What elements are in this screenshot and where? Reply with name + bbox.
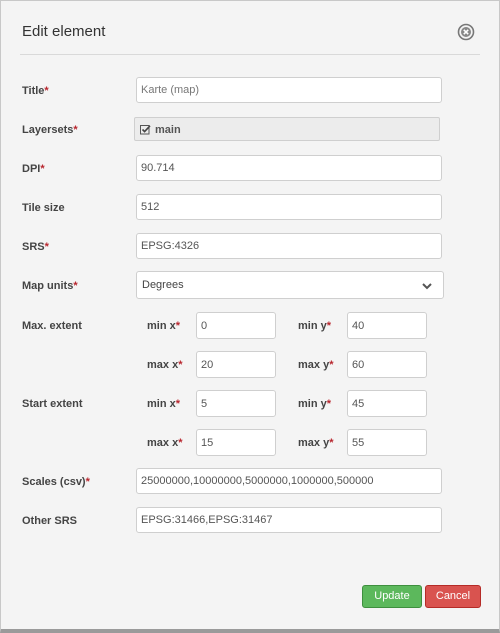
map-units-label: Map units*	[22, 280, 78, 292]
max-extent-max-x-label: max x*	[147, 359, 183, 371]
srs-input[interactable]	[136, 233, 442, 259]
map-units-select[interactable]: Degrees	[136, 271, 444, 299]
update-button[interactable]: Update	[362, 585, 422, 608]
layerset-option-main[interactable]: main	[155, 124, 181, 136]
start-extent-min-y-label: min y*	[298, 398, 332, 410]
layersets-label: Layersets*	[22, 124, 78, 136]
other-srs-input[interactable]	[136, 507, 442, 533]
start-extent-min-y-input[interactable]	[347, 390, 427, 417]
start-extent-min-x-label: min x*	[147, 398, 181, 410]
dpi-label: DPI*	[22, 163, 45, 175]
dpi-input[interactable]	[136, 155, 442, 181]
tile-size-input[interactable]	[136, 194, 442, 220]
title-input[interactable]	[136, 77, 442, 103]
chevron-down-icon	[422, 283, 432, 290]
dialog-title: Edit element	[22, 23, 106, 40]
scales-input[interactable]	[136, 468, 442, 494]
scales-label: Scales (csv)*	[22, 476, 90, 488]
max-extent-max-x-input[interactable]	[196, 351, 276, 378]
cancel-button[interactable]: Cancel	[425, 585, 481, 608]
max-extent-min-x-label: min x*	[147, 320, 181, 332]
title-label: Title*	[22, 85, 49, 97]
edit-element-dialog: Edit element Title* Layersets* main DPI*…	[0, 0, 500, 633]
close-icon[interactable]	[457, 23, 475, 41]
layersets-field: main	[134, 117, 440, 141]
tile-size-label: Tile size	[22, 202, 65, 214]
checkbox-checked-icon[interactable]	[140, 124, 151, 135]
max-extent-label: Max. extent	[22, 320, 82, 332]
header-divider	[20, 54, 480, 55]
max-extent-max-y-input[interactable]	[347, 351, 427, 378]
max-extent-min-x-input[interactable]	[196, 312, 276, 339]
start-extent-max-x-input[interactable]	[196, 429, 276, 456]
start-extent-max-y-input[interactable]	[347, 429, 427, 456]
max-extent-min-y-label: min y*	[298, 320, 332, 332]
max-extent-min-y-input[interactable]	[347, 312, 427, 339]
other-srs-label: Other SRS	[22, 515, 78, 527]
max-extent-max-y-label: max y*	[298, 359, 334, 371]
dialog-header: Edit element	[1, 1, 499, 55]
start-extent-min-x-input[interactable]	[196, 390, 276, 417]
start-extent-label: Start extent	[22, 398, 83, 410]
srs-label: SRS*	[22, 241, 49, 253]
start-extent-max-y-label: max y*	[298, 437, 334, 449]
map-units-selected: Degrees	[142, 279, 184, 291]
start-extent-max-x-label: max x*	[147, 437, 183, 449]
